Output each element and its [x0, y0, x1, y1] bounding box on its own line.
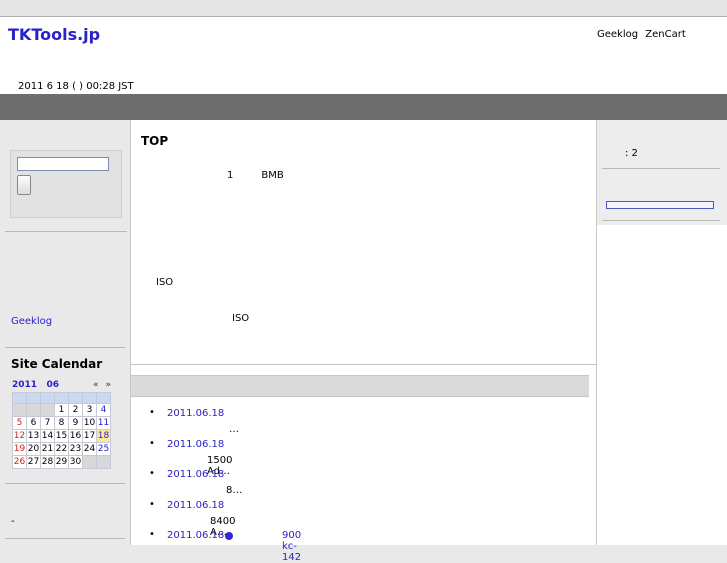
calendar-year[interactable]: 2011: [12, 380, 37, 390]
calendar-day[interactable]: 1: [54, 403, 69, 417]
header-link-geeklog[interactable]: Geeklog: [597, 29, 638, 40]
calendar-day[interactable]: 2: [68, 403, 83, 417]
calendar-next-button[interactable]: »: [105, 380, 111, 390]
calendar-day[interactable]: 14: [40, 429, 55, 443]
sidebar-dash-text: -: [11, 516, 15, 527]
header-datetime: 2011 6 18 ( ) 00:28 JST: [18, 81, 134, 92]
news-date-link[interactable]: 2011.06.18: [167, 469, 224, 480]
search-button[interactable]: [17, 175, 31, 195]
calendar-day[interactable]: 20: [26, 442, 41, 456]
divider: [602, 220, 720, 221]
calendar-day[interactable]: 24: [82, 442, 97, 456]
calendar-day[interactable]: 6: [26, 416, 41, 430]
divider: [5, 538, 125, 539]
calendar-day[interactable]: 17: [82, 429, 97, 443]
calendar-day[interactable]: 4: [96, 403, 111, 417]
calendar-day[interactable]: 26: [12, 455, 27, 469]
calendar-day[interactable]: 15: [54, 429, 69, 443]
new-dot-icon: [225, 532, 233, 540]
left-sidebar: Geeklog Site Calendar 2011 06 «» 1 2 3 4…: [0, 120, 131, 545]
content-bmb: BMB: [261, 170, 284, 181]
browser-top-strip: [0, 0, 727, 16]
calendar-day: [40, 403, 55, 417]
calendar-day[interactable]: 23: [68, 442, 83, 456]
navigation-bar: [0, 94, 727, 120]
calendar-day: [12, 403, 27, 417]
news-date-link[interactable]: 2011.06.18: [167, 500, 224, 511]
calendar-day[interactable]: 3: [82, 403, 97, 417]
calendar-grid: 1 2 3 4 5 6 7 8 9 10 11 12 13 14 15 16 1…: [12, 392, 111, 469]
news-section-header: [131, 375, 589, 397]
calendar-day[interactable]: 28: [40, 455, 55, 469]
calendar-day[interactable]: 11: [96, 416, 111, 430]
news-text: 8…: [226, 485, 243, 496]
calendar-day: [96, 455, 111, 469]
header-link-zencart[interactable]: ZenCart: [645, 29, 685, 40]
news-text: …: [229, 424, 239, 435]
calendar-day[interactable]: 21: [40, 442, 55, 456]
calendar-day[interactable]: 10: [82, 416, 97, 430]
calendar-day[interactable]: 19: [12, 442, 27, 456]
main-content: TOP 1 BMB ISO ISO 2011.06.18 … 2011.06.18…: [131, 120, 597, 563]
geeklog-link[interactable]: Geeklog: [11, 316, 52, 327]
divider: [5, 231, 127, 232]
news-date-link[interactable]: 2011.06.18: [167, 439, 224, 450]
page-title: TOP: [141, 134, 169, 148]
news-extra-link[interactable]: 900 kc-142: [282, 530, 301, 563]
content-number: 1: [227, 170, 234, 181]
search-block: [10, 150, 122, 218]
section-divider: [131, 364, 596, 365]
divider: [602, 168, 720, 169]
calendar-day[interactable]: 22: [54, 442, 69, 456]
content-line-iso-2: ISO: [232, 313, 250, 324]
calendar-day[interactable]: 29: [54, 455, 69, 469]
calendar-header: 2011 06 « »: [12, 380, 117, 390]
calendar-day: [82, 455, 97, 469]
calendar-day[interactable]: 9: [68, 416, 83, 430]
calendar-month[interactable]: 06: [46, 380, 59, 390]
online-count: : 2: [625, 148, 638, 159]
divider: [5, 483, 125, 484]
calendar-day[interactable]: 13: [26, 429, 41, 443]
calendar-day[interactable]: 25: [96, 442, 111, 456]
calendar-day[interactable]: 7: [40, 416, 55, 430]
calendar-day[interactable]: 8: [54, 416, 69, 430]
calendar-day-today[interactable]: 18: [96, 429, 111, 443]
content-line-iso: ISO: [156, 277, 174, 288]
search-input[interactable]: [17, 157, 109, 171]
calendar-day: [26, 403, 41, 417]
right-sidebar-button[interactable]: [606, 201, 714, 209]
right-sidebar: : 2: [597, 120, 727, 225]
calendar-day[interactable]: 27: [26, 455, 41, 469]
news-date-link[interactable]: 2011.06.18: [167, 530, 224, 541]
site-title-link[interactable]: TKTools.jp: [8, 25, 100, 44]
news-date-link[interactable]: 2011.06.18: [167, 408, 224, 419]
right-sidebar-lower: [597, 225, 727, 545]
divider: [5, 347, 125, 348]
calendar-day[interactable]: 30: [68, 455, 83, 469]
calendar-day[interactable]: 16: [68, 429, 83, 443]
calendar-day[interactable]: 5: [12, 416, 27, 430]
calendar-prev-button[interactable]: «: [93, 380, 99, 390]
content-line-1: 1 BMB: [227, 170, 312, 181]
calendar-day[interactable]: 12: [12, 429, 27, 443]
site-header: TKTools.jp Geeklog ZenCart 2011 6 18 ( )…: [0, 16, 727, 95]
calendar-title: Site Calendar: [11, 357, 103, 371]
header-links: Geeklog ZenCart: [597, 29, 690, 40]
